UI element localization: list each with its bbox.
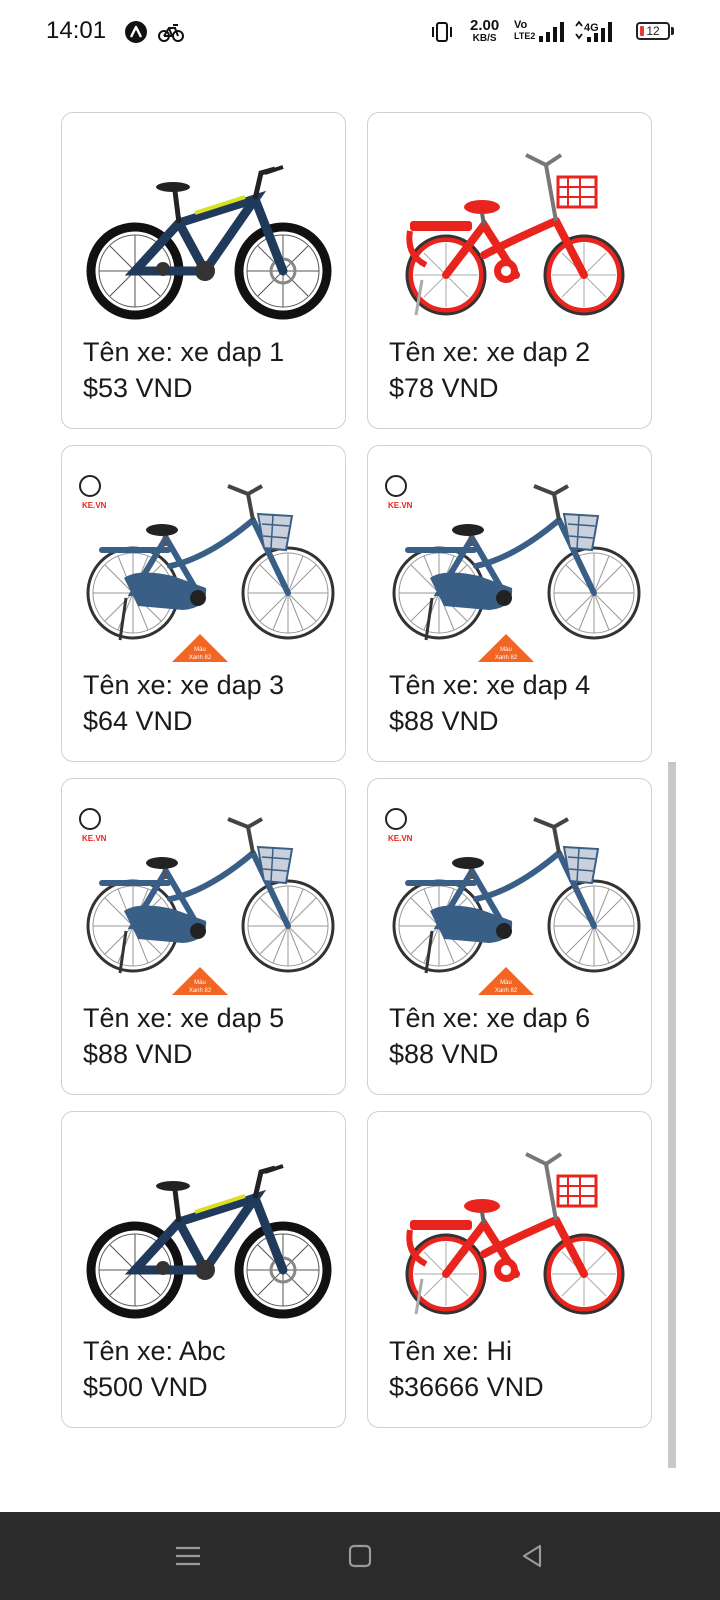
product-name: Tên xe: xe dap 4 xyxy=(389,670,591,700)
product-card[interactable]: KE.VN Màu Xanh 82 Tên xe: xe dap 3 $64 V… xyxy=(61,445,346,762)
volte-indicator: Vo LTE2 xyxy=(514,20,535,42)
product-card[interactable]: Tên xe: Hi $36666 VND xyxy=(367,1111,652,1428)
navigation-bar xyxy=(0,1512,720,1600)
product-price: $88 VND xyxy=(389,1039,499,1069)
net-speed-value: 2.00 xyxy=(470,17,500,34)
product-image-blue-city-bike: KE.VN Màu Xanh 82 xyxy=(79,475,336,662)
badge-line1: Màu xyxy=(194,647,206,653)
product-price: $88 VND xyxy=(389,706,499,736)
bike-notification-icon xyxy=(158,21,184,48)
product-price: $78 VND xyxy=(389,373,499,403)
product-card[interactable]: KE.VN Màu Xanh 82 Tên xe: xe dap 5 $88 V… xyxy=(61,778,346,1095)
product-image-mountain-bike xyxy=(70,1124,336,1334)
product-card[interactable]: Tên xe: xe dap 2 $78 VND xyxy=(367,112,652,429)
network-type-text: 4G xyxy=(584,22,599,34)
back-icon[interactable] xyxy=(510,1534,554,1578)
volte-line2: LTE2 xyxy=(514,31,536,41)
product-image-red-kids-bike xyxy=(376,125,642,335)
badge-line1: Màu xyxy=(194,980,206,986)
product-card[interactable]: KE.VN Màu Xanh 82 Tên xe: xe dap 6 $88 V… xyxy=(367,778,652,1095)
product-name: Tên xe: xe dap 1 xyxy=(83,337,285,367)
badge-line2: Xanh 82 xyxy=(189,988,212,994)
product-image-blue-city-bike: KE.VN Màu Xanh 82 xyxy=(385,808,642,995)
product-price: $88 VND xyxy=(83,1039,193,1069)
product-name: Tên xe: xe dap 2 xyxy=(389,337,591,367)
product-name: Tên xe: xe dap 3 xyxy=(83,670,285,700)
badge-line2: Xanh 82 xyxy=(495,655,518,661)
product-card[interactable]: Tên xe: xe dap 1 $53 VND xyxy=(61,112,346,429)
home-icon[interactable] xyxy=(338,1534,382,1578)
logo-text: KE.VN xyxy=(388,501,413,510)
product-price: $64 VND xyxy=(83,706,193,736)
status-bar: 14:01 2.00 KB/S Vo LTE2 4G 12 xyxy=(0,0,720,64)
product-card[interactable]: KE.VN Màu Xanh 82 Tên xe: xe dap 4 $88 V… xyxy=(367,445,652,762)
product-image-blue-city-bike: KE.VN Màu Xanh 82 xyxy=(79,808,336,995)
product-name: Tên xe: Abc xyxy=(83,1336,226,1366)
product-card[interactable]: Tên xe: Abc $500 VND xyxy=(61,1111,346,1428)
badge-line2: Xanh 82 xyxy=(495,988,518,994)
vibrate-icon xyxy=(430,21,454,48)
badge-line2: Xanh 82 xyxy=(189,655,212,661)
product-image-mountain-bike xyxy=(70,125,336,335)
signal-icon xyxy=(538,22,566,47)
badge-line1: Màu xyxy=(500,980,512,986)
product-price: $53 VND xyxy=(83,373,193,403)
status-time: 14:01 xyxy=(46,17,107,44)
logo-text: KE.VN xyxy=(82,501,107,510)
signal-4g-icon: 4G xyxy=(574,20,614,49)
net-speed-unit: KB/S xyxy=(472,33,497,44)
product-name: Tên xe: xe dap 6 xyxy=(389,1003,591,1033)
logo-text: KE.VN xyxy=(82,834,107,843)
product-price: $36666 VND xyxy=(389,1372,544,1402)
product-price: $500 VND xyxy=(83,1372,208,1402)
badge-line1: Màu xyxy=(500,647,512,653)
product-image-red-kids-bike xyxy=(376,1124,642,1334)
assistant-icon xyxy=(124,20,148,49)
logo-text: KE.VN xyxy=(388,834,413,843)
menu-icon[interactable] xyxy=(166,1534,210,1578)
product-name: Tên xe: Hi xyxy=(389,1336,513,1366)
product-name: Tên xe: xe dap 5 xyxy=(83,1003,285,1033)
battery-icon: 12 xyxy=(636,22,670,40)
battery-level: 12 xyxy=(646,24,660,38)
product-image-blue-city-bike: KE.VN Màu Xanh 82 xyxy=(385,475,642,662)
net-speed: 2.00 KB/S xyxy=(470,18,499,44)
volte-line1: Vo xyxy=(514,19,528,31)
scrollbar[interactable] xyxy=(668,762,676,1468)
